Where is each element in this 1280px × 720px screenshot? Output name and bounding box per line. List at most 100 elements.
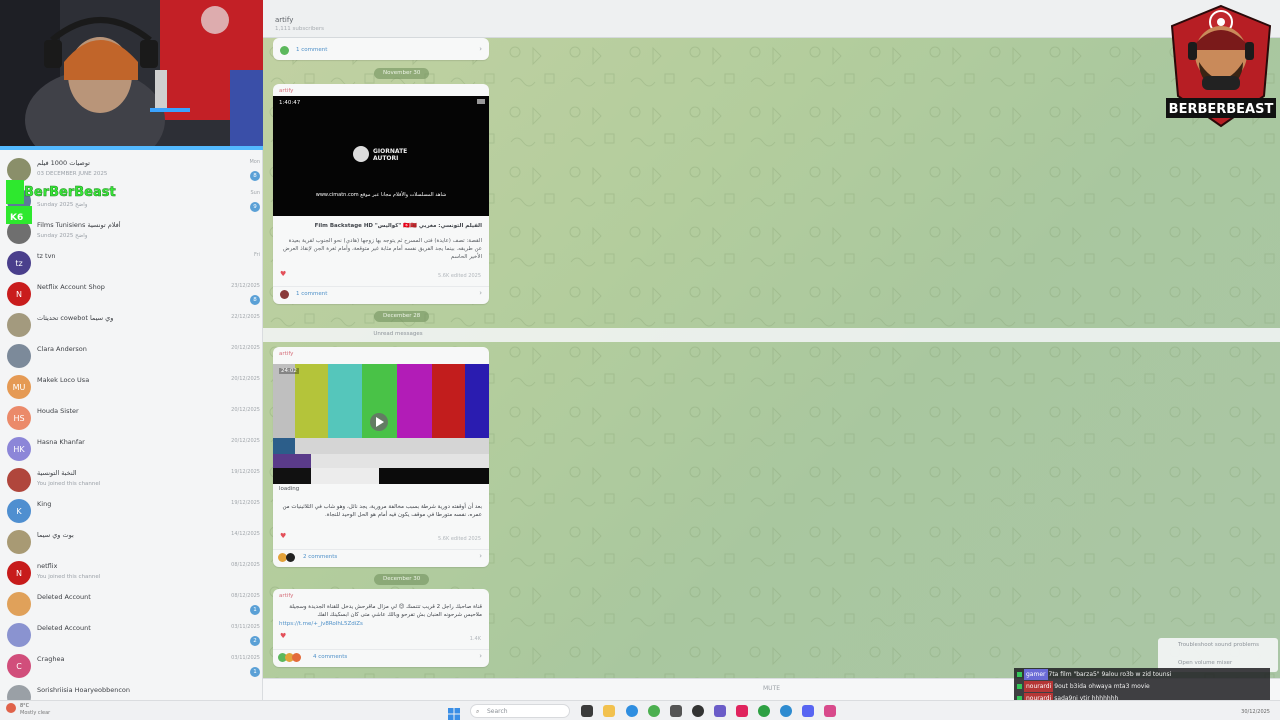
play-icon[interactable] [353, 146, 369, 162]
chat-avatar: HS [7, 406, 31, 430]
webcam-border [0, 146, 263, 150]
message-sender: artify [279, 351, 294, 357]
unread-badge: 2 [250, 636, 260, 646]
chat-name: Makek Loco Usa [37, 376, 90, 384]
chat-date: Sun [250, 190, 260, 196]
mute-button[interactable]: MUTE [763, 685, 780, 692]
chrome-icon[interactable] [648, 705, 660, 717]
chat-list-item[interactable]: K King 19/12/2025 [0, 496, 263, 527]
chat-list-item[interactable]: Clara Anderson 20/12/2025 [0, 341, 263, 372]
video-thumbnail[interactable]: 1:40:47 GIORNATE AUTORI شاهد المسلسلات و… [273, 96, 489, 216]
chat-list-item[interactable]: tz tz tvn Fri [0, 248, 263, 279]
badge-icon [1017, 684, 1022, 689]
chat-username: gamer [1024, 669, 1048, 680]
open-volume-mixer-item[interactable]: Open volume mixer [1178, 660, 1232, 666]
comments-link[interactable]: 1 comment › [273, 286, 489, 300]
weather-icon[interactable] [6, 703, 16, 713]
streamer-name-text: BerBerBeast [24, 185, 116, 200]
chat-avatar: K [7, 499, 31, 523]
heart-reaction-icon[interactable]: ♥ [280, 270, 286, 278]
video-thumbnail[interactable]: 24:02 [273, 364, 489, 484]
streamer-name-overlay: BerBerBeast K6 [6, 180, 118, 232]
chat-name: توصيات 1000 فيلم [37, 159, 90, 167]
heart-reaction-icon[interactable]: ♥ [280, 532, 286, 540]
comments-link[interactable]: 2 comments › [273, 549, 489, 563]
app-icon[interactable] [736, 705, 748, 717]
message-top-comments[interactable]: 1 comment › [273, 38, 489, 60]
taskbar-date: 30/12/2025 [1241, 709, 1270, 715]
chat-avatar [7, 623, 31, 647]
chat-name: King [37, 500, 52, 508]
chat-name: Craghea [37, 655, 65, 663]
chat-list-item[interactable]: Deleted Account 03/11/2025 2 [0, 620, 263, 651]
chat-list-item[interactable]: N Netflix Account Shop 23/12/2025 8 [0, 279, 263, 310]
chat-list-item[interactable]: C Craghea 03/11/2025 1 [0, 651, 263, 682]
chat-list-item[interactable]: Nnetflix You joined this channel 08/12/202… [0, 558, 263, 589]
chat-name: Sorishriisia Hoaryeobbencon [37, 686, 130, 694]
file-explorer-icon[interactable] [603, 705, 615, 717]
chat-date: 23/12/2025 [231, 283, 260, 289]
svg-text:K6: K6 [10, 213, 23, 223]
chat-list-item[interactable]: Deleted Account 08/12/2025 1 [0, 589, 263, 620]
message-film-backstage[interactable]: artify 1:40:47 GIORNATE AUTORI شاهد المس… [273, 84, 489, 304]
chat-avatar: N [7, 282, 31, 306]
app-icon[interactable] [758, 705, 770, 717]
chat-preview: You joined this channel [37, 481, 101, 487]
video-watermark: GIORNATE AUTORI [373, 148, 408, 162]
unread-messages-label: Unread messages [373, 331, 423, 337]
chat-list-item[interactable]: MU Makek Loco Usa 20/12/2025 [0, 372, 263, 403]
channel-title: artify [275, 16, 294, 24]
date-separator: December 28 [374, 311, 430, 322]
chat-header[interactable]: artify 1,111 subscribers [263, 0, 1280, 38]
video-caption: شاهد المسلسلات والأفلام مجانا عبر موقع w… [315, 192, 447, 198]
chat-list-item[interactable]: تحديثات cowebot وي سيما 22/12/2025 [0, 310, 263, 341]
message-announcement[interactable]: artify قناة صاحبك راجل 2 قريب تتنسك 😊 لي… [273, 589, 489, 667]
chat-message: 9out b3ida ohwaya mta3 movie [1054, 683, 1150, 690]
message-video-2[interactable]: artify 24:02 loading بعد أن أوقفته دورية… [273, 347, 489, 567]
taskbar-search[interactable]: ⌕ Search [470, 704, 570, 718]
chevron-right-icon: › [479, 652, 482, 660]
channel-subscribers: 1,111 subscribers [275, 26, 325, 32]
chat-date: 08/12/2025 [231, 562, 260, 568]
chat-preview: Sunday 2025 واضح [37, 233, 88, 239]
telegram-icon[interactable] [780, 705, 792, 717]
app-icon[interactable] [714, 705, 726, 717]
comments-link[interactable]: 1 comment › [273, 43, 489, 57]
chat-messages-area[interactable]: 1 comment › November 30 artify 1:40:47 G… [263, 38, 1280, 678]
commenter-avatar [292, 653, 301, 662]
message-sender: artify [279, 88, 294, 94]
berberbeast-logo: BERBERBEAST [1166, 4, 1276, 128]
message-title: الفيلم التونسي: مغربي 🇹🇳🇲🇦 "كواليس" Film… [314, 223, 482, 229]
discord-icon[interactable] [802, 705, 814, 717]
unread-messages-bar: Unread messages [263, 328, 1280, 342]
troubleshoot-sound-item[interactable]: Troubleshoot sound problems [1178, 642, 1259, 648]
comments-count: 4 comments [313, 654, 348, 660]
chat-date: 20/12/2025 [231, 438, 260, 444]
app-icon[interactable] [670, 705, 682, 717]
chat-name: tz tvn [37, 252, 56, 260]
chat-date: 19/12/2025 [231, 500, 260, 506]
weather-desc: Mostly clear [20, 710, 51, 716]
comments-link[interactable]: 4 comments › [273, 649, 489, 663]
heart-reaction-icon[interactable]: ♥ [280, 632, 286, 640]
commenter-avatar [280, 290, 289, 299]
windows-start-icon[interactable] [448, 705, 460, 720]
obs-icon[interactable] [692, 705, 704, 717]
chat-avatar [7, 592, 31, 616]
chat-list-item[interactable]: النخبة التونسية You joined this channel 19… [0, 465, 263, 496]
chat-date: 14/12/2025 [231, 531, 260, 537]
chat-list-item[interactable]: HS Houda Sister 20/12/2025 [0, 403, 263, 434]
chat-list-item[interactable]: بوت وي سيما 14/12/2025 [0, 527, 263, 558]
chat-list-item[interactable]: HK Hasna Khanfar 20/12/2025 [0, 434, 263, 465]
chat-name: Clara Anderson [37, 345, 87, 353]
chevron-right-icon: › [479, 552, 482, 560]
screen: توصيات 1000 فيلم 03 DECEMBER JUNE 2025 Mon… [0, 0, 1280, 720]
logo-text: BERBERBEAST [1169, 102, 1274, 117]
message-link[interactable]: https://t.me/+_jv8RoIhL5ZdiZs [279, 621, 363, 627]
task-view-icon[interactable] [581, 705, 593, 717]
unread-badge: 9 [250, 202, 260, 212]
app-icon[interactable] [824, 705, 836, 717]
chat-date: 20/12/2025 [231, 345, 260, 351]
edge-icon[interactable] [626, 705, 638, 717]
chat-avatar [7, 468, 31, 492]
